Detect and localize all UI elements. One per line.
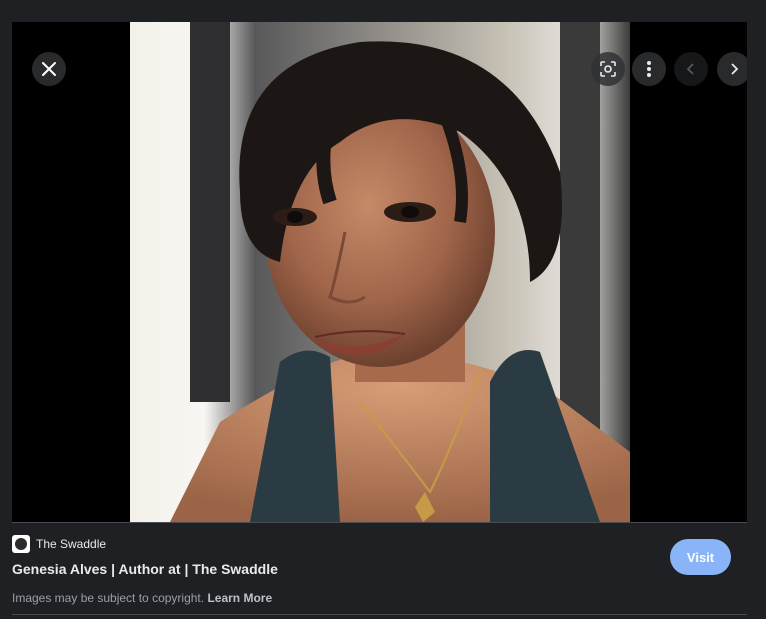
source-name: The Swaddle xyxy=(36,537,107,551)
lens-icon xyxy=(600,61,616,77)
top-divider xyxy=(12,522,747,523)
image-viewer-panel: The Swaddle Genesia Alves | Author at | … xyxy=(0,0,766,619)
preview-photo[interactable] xyxy=(130,22,630,522)
copyright-notice: Images may be subject to copyright. Lear… xyxy=(12,591,272,605)
previous-image-button[interactable] xyxy=(674,52,708,86)
portrait-illustration xyxy=(130,22,630,522)
image-stage xyxy=(12,22,747,522)
source-row[interactable]: The Swaddle xyxy=(12,535,106,553)
chevron-left-icon xyxy=(686,63,694,75)
chevron-right-icon xyxy=(731,63,739,75)
visit-button[interactable]: Visit xyxy=(670,539,731,575)
site-favicon-icon xyxy=(12,535,30,553)
copyright-text: Images may be subject to copyright. xyxy=(12,591,205,605)
close-icon xyxy=(42,62,56,76)
more-options-button[interactable] xyxy=(632,52,666,86)
bottom-divider xyxy=(12,614,747,615)
result-title-link[interactable]: Genesia Alves | Author at | The Swaddle xyxy=(12,561,278,577)
close-button[interactable] xyxy=(32,52,66,86)
search-with-lens-button[interactable] xyxy=(591,52,625,86)
more-vertical-icon xyxy=(647,61,651,77)
learn-more-link[interactable]: Learn More xyxy=(207,591,272,605)
next-image-button[interactable] xyxy=(717,52,747,86)
